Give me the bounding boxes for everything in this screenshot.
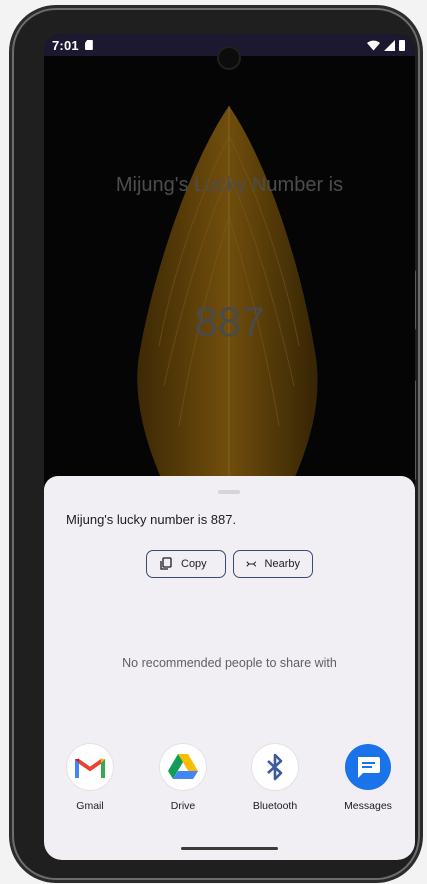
share-target-messages[interactable]: Messages	[328, 744, 408, 812]
no-recommended-people-text: No recommended people to share with	[122, 656, 337, 670]
drive-label: Drive	[170, 800, 196, 812]
front-camera	[219, 48, 239, 68]
sim-card-icon	[84, 40, 93, 50]
drag-handle[interactable]	[218, 490, 240, 494]
signal-icon	[384, 39, 395, 51]
share-target-drive[interactable]: Drive	[143, 744, 223, 812]
messages-label: Messages	[344, 800, 392, 812]
nearby-share-icon	[246, 561, 257, 567]
nearby-share-button[interactable]: Nearby	[233, 550, 313, 578]
screen: 7:01 Mijung's Lucky Number is 887 Mijung…	[44, 34, 415, 860]
bluetooth-label: Bluetooth	[252, 800, 298, 812]
gmail-icon	[67, 744, 113, 790]
lucky-number: 887	[194, 298, 265, 345]
gmail-label: Gmail	[76, 800, 104, 812]
messages-icon	[345, 744, 391, 790]
shared-text-preview: Mijung's lucky number is 887.	[66, 512, 237, 527]
copy-label: Copy	[181, 558, 207, 570]
status-icons	[367, 39, 405, 51]
gesture-nav-handle[interactable]	[181, 847, 278, 850]
phone-frame: 7:01 Mijung's Lucky Number is 887 Mijung…	[12, 8, 420, 880]
nearby-label: Nearby	[264, 558, 300, 570]
bluetooth-icon	[252, 744, 298, 790]
copy-icon	[160, 557, 172, 570]
share-sheet: Mijung's lucky number is 887. Copy Nearb…	[44, 476, 415, 860]
status-time: 7:01	[52, 37, 79, 53]
battery-icon	[399, 39, 405, 51]
share-target-gmail[interactable]: Gmail	[50, 744, 130, 812]
copy-button[interactable]: Copy	[146, 550, 226, 578]
wifi-icon	[367, 40, 380, 50]
share-target-bluetooth[interactable]: Bluetooth	[235, 744, 315, 812]
app-title: Mijung's Lucky Number is	[115, 174, 344, 196]
drive-icon	[160, 744, 206, 790]
